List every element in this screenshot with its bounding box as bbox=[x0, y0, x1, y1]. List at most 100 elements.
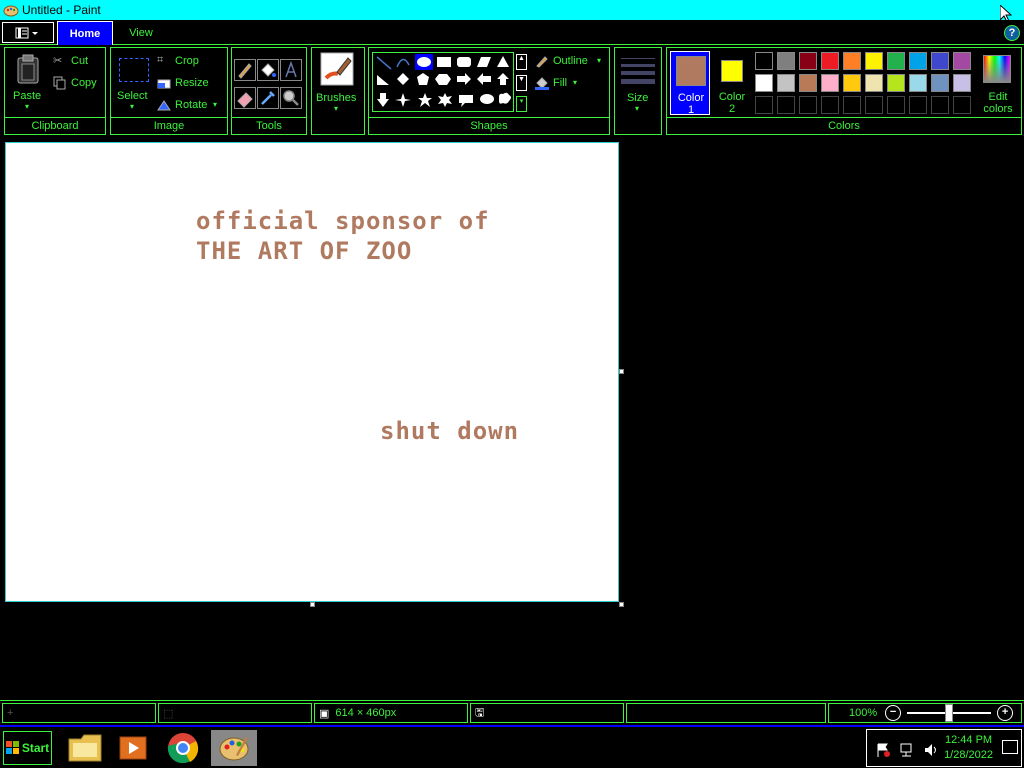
resize-handle-corner[interactable] bbox=[619, 602, 624, 607]
help-icon[interactable]: ? bbox=[1004, 25, 1020, 41]
color1-label: Color 1 bbox=[677, 92, 705, 116]
outline-button[interactable]: Outline ▾ bbox=[535, 54, 607, 70]
text-icon bbox=[285, 60, 297, 78]
show-desktop-icon[interactable] bbox=[1002, 740, 1018, 754]
palette-swatch[interactable] bbox=[931, 52, 949, 70]
rotate-label: Rotate bbox=[175, 99, 208, 111]
resize-icon bbox=[157, 79, 171, 89]
size-button[interactable]: Size ▾ bbox=[617, 50, 659, 116]
color2-swatch bbox=[721, 60, 743, 82]
text-tool[interactable] bbox=[280, 59, 302, 81]
volume-icon[interactable] bbox=[923, 742, 939, 758]
brushes-button[interactable]: Brushes ▾ bbox=[314, 50, 362, 116]
palette-swatch[interactable] bbox=[887, 96, 905, 114]
palette-swatch[interactable] bbox=[843, 96, 861, 114]
tab-view[interactable]: View bbox=[118, 21, 164, 45]
palette-swatch[interactable] bbox=[909, 52, 927, 70]
shapes-scroll-down-button[interactable]: ▼ bbox=[516, 75, 527, 91]
palette-swatch[interactable] bbox=[755, 52, 773, 70]
palette-swatch[interactable] bbox=[865, 74, 883, 92]
palette-swatch[interactable] bbox=[931, 74, 949, 92]
color-picker-tool[interactable] bbox=[257, 87, 279, 109]
palette-swatch[interactable] bbox=[799, 74, 817, 92]
clipboard-icon bbox=[17, 54, 39, 84]
palette-swatch[interactable] bbox=[953, 96, 971, 114]
shapes-gallery[interactable] bbox=[372, 52, 514, 112]
cursor-position-cell: + bbox=[2, 703, 156, 723]
zoom-in-icon[interactable]: + bbox=[997, 705, 1014, 721]
palette-swatch[interactable] bbox=[799, 52, 817, 70]
palette-swatch[interactable] bbox=[953, 52, 971, 70]
brushes-dropdown-icon: ▾ bbox=[334, 104, 339, 113]
palette-swatch[interactable] bbox=[931, 96, 949, 114]
copy-button[interactable]: Copy bbox=[53, 76, 103, 92]
crop-button[interactable]: ⌗ Crop bbox=[157, 54, 227, 70]
zoom-slider-thumb[interactable] bbox=[945, 704, 954, 722]
zoom-slider[interactable] bbox=[907, 704, 992, 722]
palette-swatch[interactable] bbox=[865, 96, 883, 114]
palette-swatch[interactable] bbox=[777, 96, 795, 114]
palette-swatch[interactable] bbox=[821, 96, 839, 114]
resize-handle-bottom[interactable] bbox=[310, 602, 315, 607]
palette-swatch[interactable] bbox=[909, 74, 927, 92]
taskbar-paint[interactable] bbox=[211, 730, 257, 766]
drawing-canvas[interactable]: official sponsor of THE ART OF ZOO shut … bbox=[5, 142, 619, 602]
palette-swatch[interactable] bbox=[865, 52, 883, 70]
start-button[interactable]: Start bbox=[3, 731, 52, 765]
shapes-group: ▲ ▼ ▾ Outline ▾ Fill ▾ Shapes bbox=[368, 47, 610, 135]
zoom-out-icon[interactable]: − bbox=[885, 705, 902, 721]
eraser-tool[interactable] bbox=[234, 87, 256, 109]
clock[interactable]: 12:44 PM 1/28/2022 bbox=[944, 733, 993, 763]
paint-app-icon bbox=[3, 5, 19, 17]
ribbon-tabs: Home View ? bbox=[0, 20, 1024, 45]
palette-swatch[interactable] bbox=[799, 96, 817, 114]
brush-icon bbox=[320, 52, 354, 86]
rotate-button[interactable]: Rotate ▾ bbox=[157, 98, 227, 114]
cut-button[interactable]: ✂ Cut bbox=[53, 54, 103, 70]
magnifier-icon bbox=[283, 90, 299, 106]
clock-time: 12:44 PM bbox=[944, 734, 993, 746]
resize-handle-right[interactable] bbox=[619, 369, 624, 374]
fill-dropdown-icon: ▾ bbox=[573, 78, 578, 87]
palette-swatch[interactable] bbox=[777, 52, 795, 70]
network-icon[interactable] bbox=[899, 742, 915, 758]
resize-button[interactable]: Resize bbox=[157, 76, 227, 92]
taskbar-chrome[interactable] bbox=[160, 730, 206, 766]
file-menu-button[interactable] bbox=[2, 22, 54, 43]
fill-tool[interactable] bbox=[257, 59, 279, 81]
color-spectrum-icon bbox=[983, 55, 1011, 83]
shapes-gallery-icons bbox=[376, 54, 511, 107]
folder-icon bbox=[68, 734, 102, 762]
palette-swatch[interactable] bbox=[909, 96, 927, 114]
palette-swatch[interactable] bbox=[887, 52, 905, 70]
color1-swatch bbox=[676, 56, 706, 86]
edit-colors-button[interactable]: Edit colors bbox=[977, 51, 1019, 115]
fill-button[interactable]: Fill ▾ bbox=[535, 76, 607, 92]
action-center-flag-icon[interactable] bbox=[875, 742, 891, 758]
select-button[interactable]: Select ▾ bbox=[113, 50, 153, 114]
image-size-cell: ▣ 614 × 460px bbox=[314, 703, 468, 723]
palette-swatch[interactable] bbox=[953, 74, 971, 92]
start-label: Start bbox=[21, 741, 50, 755]
shapes-expand-button[interactable]: ▾ bbox=[516, 96, 527, 112]
taskbar-media-player[interactable] bbox=[110, 730, 156, 766]
palette-swatch[interactable] bbox=[777, 74, 795, 92]
palette-swatch[interactable] bbox=[821, 52, 839, 70]
palette-swatch[interactable] bbox=[755, 96, 773, 114]
palette-swatch[interactable] bbox=[887, 74, 905, 92]
magnifier-tool[interactable] bbox=[280, 87, 302, 109]
palette-swatch[interactable] bbox=[843, 52, 861, 70]
window-title: Untitled - Paint bbox=[22, 3, 101, 17]
pencil-tool[interactable] bbox=[234, 59, 256, 81]
paste-button[interactable]: Paste ▾ bbox=[7, 50, 49, 114]
taskbar-explorer[interactable] bbox=[62, 730, 108, 766]
palette-swatch[interactable] bbox=[843, 74, 861, 92]
shapes-scroll-up-button[interactable]: ▲ bbox=[516, 54, 527, 70]
color2-button[interactable]: Color 2 bbox=[712, 51, 752, 115]
tab-home[interactable]: Home bbox=[57, 21, 113, 45]
palette-swatch[interactable] bbox=[755, 74, 773, 92]
color1-button[interactable]: Color 1 bbox=[670, 51, 710, 116]
palette-swatch[interactable] bbox=[821, 74, 839, 92]
tools-group: Tools bbox=[231, 47, 307, 135]
file-menu-icon bbox=[15, 27, 38, 38]
